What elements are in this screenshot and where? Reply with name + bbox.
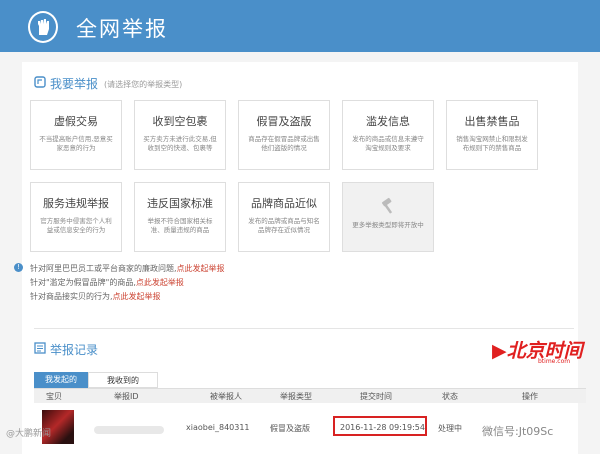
category-prohibited-goods[interactable]: 出售禁售品 销售淘宝网禁止和限制发布规则下的禁售商品 (446, 100, 538, 170)
report-type: 假冒及盗版 (270, 424, 310, 433)
notice-line-2: 针对"滥定为假冒品牌"的商品,点此发起举报 (30, 277, 184, 288)
column-reported-user: 被举报人 (210, 392, 242, 401)
column-type: 举报类型 (280, 392, 312, 401)
column-status: 状态 (442, 392, 458, 401)
section-divider (34, 328, 574, 329)
records-list-icon (34, 342, 46, 354)
notice-link[interactable]: 点此发起举报 (136, 278, 184, 287)
column-item: 宝贝 (46, 392, 62, 401)
category-desc: 不当提高账户信用,恶意买家恶意的行为 (39, 135, 113, 152)
hand-icon (28, 11, 58, 43)
category-spam-info[interactable]: 滥发信息 发布的商品或信息未遵守淘宝规则及要求 (342, 100, 434, 170)
category-title: 品牌商品近似 (251, 197, 317, 210)
notice-link[interactable]: 点此发起举报 (177, 264, 225, 273)
reported-user: xiaobei_840311 (186, 423, 250, 432)
category-desc: 发布的商品或信息未遵守淘宝规则及要求 (352, 135, 424, 152)
watermark-right: 微信号:Jt09Sc (482, 425, 554, 438)
category-desc: 更多举报类型即将开放中 (352, 221, 424, 229)
tab-received[interactable]: 我收到的 (88, 372, 158, 388)
notice-text: 针对"滥定为假冒品牌"的商品, (30, 278, 136, 287)
page-title: 全网举报 (76, 17, 168, 41)
category-title: 出售禁售品 (464, 115, 520, 128)
category-title: 收到空包裹 (152, 115, 208, 128)
blurred-report-id (94, 426, 164, 434)
notice-text: 针对商品接实贝的行为, (30, 292, 113, 301)
category-empty-package[interactable]: 收到空包裹 买方卖方未进行此交易,但收到空的快递、包裹等 (134, 100, 226, 170)
tab-initiated[interactable]: 我发起的 (34, 372, 88, 388)
submit-time: 2016-11-28 09:19:54 (340, 423, 425, 432)
report-section-subtitle: (请选择您的举报类型) (104, 80, 183, 89)
logo-subtext: btime.com (538, 358, 571, 365)
category-desc: 销售淘宝网禁止和限制发布规则下的禁售商品 (456, 135, 528, 152)
notice-line-3: 针对商品接实贝的行为,点此发起举报 (30, 291, 161, 302)
category-service-violation[interactable]: 服务违规举报 官方服务中侵害您个人利益或信息安全的行为 (30, 182, 122, 252)
notice-link[interactable]: 点此发起举报 (113, 292, 161, 301)
report-section-title: 我要举报 (50, 77, 99, 91)
category-national-standard[interactable]: 违反国家标准 举报不符合国家相关标准、质量违规的商品 (134, 182, 226, 252)
category-title: 滥发信息 (366, 115, 410, 128)
records-title: 举报记录 (50, 343, 99, 357)
category-desc: 举报不符合国家相关标准、质量违规的商品 (147, 217, 213, 234)
category-title: 违反国家标准 (147, 197, 213, 210)
category-desc: 官方服务中侵害您个人利益或信息安全的行为 (40, 217, 112, 234)
category-title: 虚假交易 (54, 115, 98, 128)
category-title: 服务违规举报 (43, 197, 109, 210)
notice-line-1: 针对阿里巴巴员工或平台商家的廉政问题,点此发起举报 (30, 263, 225, 274)
watermark-left: @大鹏新闻 (6, 429, 52, 439)
category-title: 假冒及盗版 (256, 115, 312, 128)
column-report-id: 举报ID (114, 392, 139, 401)
header-bar: 全网举报 (0, 0, 600, 52)
column-action: 操作 (522, 392, 538, 401)
category-counterfeit[interactable]: 假冒及盗版 商品存在假冒品牌或出售他们盗版的情况 (238, 100, 330, 170)
column-time: 提交时间 (360, 392, 392, 401)
category-desc: 买方卖方未进行此交易,但收到空的快递、包裹等 (143, 135, 217, 152)
category-desc: 发布的品牌或商品与知名品牌存在近似情况 (248, 217, 320, 234)
btime-logo: ▶北京时间 btime.com (478, 336, 588, 366)
info-icon: ! (14, 263, 23, 272)
records-table-header: 宝贝 举报ID 被举报人 举报类型 提交时间 状态 操作 (34, 388, 586, 403)
category-brand-similar[interactable]: 品牌商品近似 发布的品牌或商品与知名品牌存在近似情况 (238, 182, 330, 252)
category-fake-trade[interactable]: 虚假交易 不当提高账户信用,恶意买家恶意的行为 (30, 100, 122, 170)
hammer-icon (381, 197, 393, 214)
report-status: 处理中 (438, 424, 462, 433)
report-hand-icon (34, 76, 46, 88)
category-desc: 商品存在假冒品牌或出售他们盗版的情况 (248, 135, 320, 152)
notice-text: 针对阿里巴巴员工或平台商家的廉政问题, (30, 264, 177, 273)
category-more-coming: 更多举报类型即将开放中 (342, 182, 434, 252)
